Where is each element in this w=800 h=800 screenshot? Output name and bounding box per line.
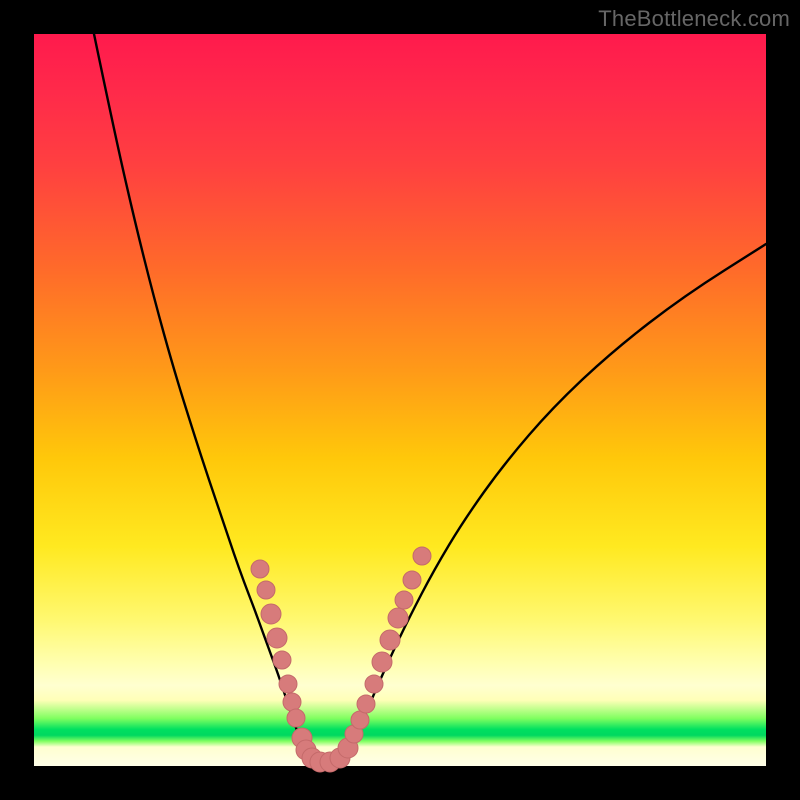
scatter-dot (351, 711, 369, 729)
scatter-dot (372, 652, 392, 672)
outer-frame: TheBottleneck.com (0, 0, 800, 800)
scatter-dot (261, 604, 281, 624)
scatter-dot (357, 695, 375, 713)
scatter-dots (251, 547, 431, 772)
chart-svg (34, 34, 766, 766)
scatter-dot (283, 693, 301, 711)
scatter-dot (413, 547, 431, 565)
scatter-dot (273, 651, 291, 669)
curve-path (94, 34, 766, 764)
scatter-dot (287, 709, 305, 727)
plot-area (34, 34, 766, 766)
scatter-dot (403, 571, 421, 589)
scatter-dot (380, 630, 400, 650)
scatter-dot (365, 675, 383, 693)
watermark-text: TheBottleneck.com (598, 6, 790, 32)
scatter-dot (388, 608, 408, 628)
scatter-dot (279, 675, 297, 693)
scatter-dot (395, 591, 413, 609)
scatter-dot (257, 581, 275, 599)
scatter-dot (251, 560, 269, 578)
scatter-dot (267, 628, 287, 648)
